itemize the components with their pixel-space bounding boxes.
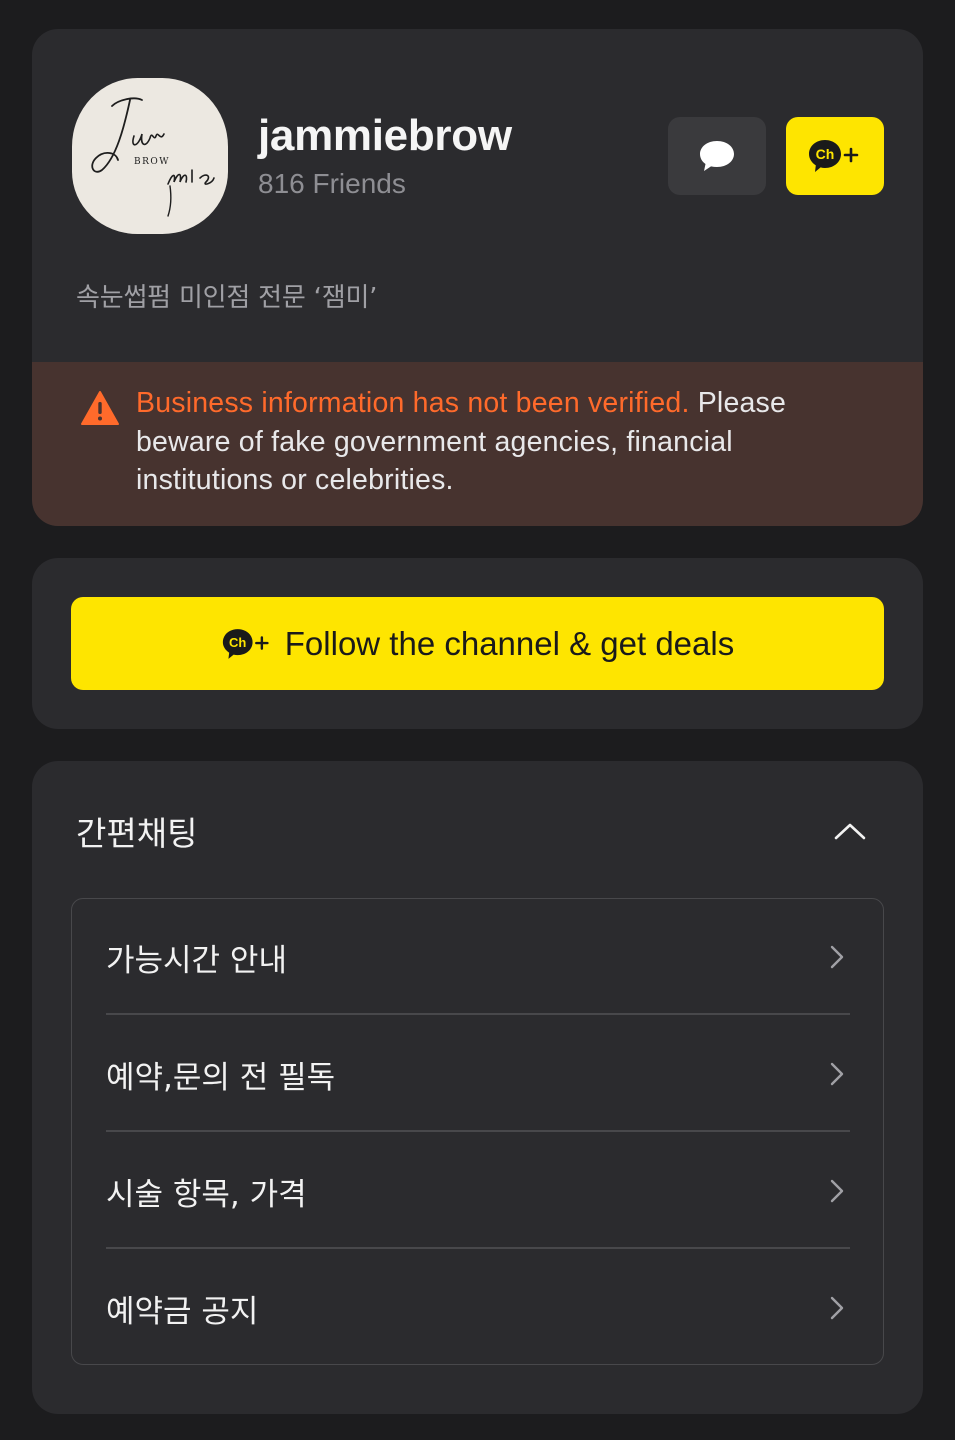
list-item-label: 예약,문의 전 필독 (106, 1060, 336, 1096)
chevron-right-icon (830, 945, 844, 969)
divider (106, 1130, 850, 1132)
collapse-button[interactable] (828, 811, 872, 851)
chevron-up-icon (834, 823, 866, 840)
channel-logo: BROW (72, 78, 228, 234)
warning-message: Business information has not been verifi… (136, 384, 876, 500)
chat-button[interactable] (668, 117, 766, 195)
quick-chat-item-deposit[interactable]: 예약금 공지 (106, 1250, 850, 1366)
verification-warning: Business information has not been verifi… (32, 362, 923, 526)
quick-chat-item-prices[interactable]: 시술 항목, 가격 (106, 1133, 850, 1249)
svg-text:Ch: Ch (229, 634, 246, 649)
warning-triangle-icon (81, 391, 119, 425)
follow-card: Ch Follow the channel & get deals (32, 558, 923, 729)
channel-add-icon: Ch (809, 140, 859, 172)
quick-chat-menu: 가능시간 안내 예약,문의 전 필독 시술 항목, 가격 예약금 공지 (71, 898, 884, 1365)
add-channel-button[interactable]: Ch (786, 117, 884, 195)
quick-chat-card: 간편채팅 가능시간 안내 예약,문의 전 필독 시술 항목, 가격 예약금 공지 (32, 761, 923, 1414)
chevron-right-icon (830, 1062, 844, 1086)
channel-add-icon: Ch (222, 628, 269, 659)
profile-card: BROW jammiebrow 816 Friends Ch 속눈썹펌 미인점 … (32, 29, 923, 526)
warning-highlight: Business information has not been verifi… (136, 387, 690, 419)
chevron-right-icon (830, 1296, 844, 1320)
follow-button-label: Follow the channel & get deals (284, 624, 735, 662)
quick-chat-title: 간편채팅 (76, 814, 198, 853)
friends-count: 816 Friends (258, 168, 406, 199)
list-item-label: 예약금 공지 (106, 1294, 259, 1330)
svg-text:Ch: Ch (816, 146, 835, 162)
channel-name: jammiebrow (258, 111, 512, 160)
follow-channel-button[interactable]: Ch Follow the channel & get deals (71, 597, 884, 690)
channel-description: 속눈썹펌 미인점 전문 ‘잼미’ (76, 283, 378, 313)
quick-chat-item-hours[interactable]: 가능시간 안내 (106, 899, 850, 1015)
divider (106, 1013, 850, 1015)
list-item-label: 시술 항목, 가격 (106, 1177, 307, 1213)
speech-bubble-icon (700, 141, 734, 171)
chevron-right-icon (830, 1179, 844, 1203)
quick-chat-item-must-read[interactable]: 예약,문의 전 필독 (106, 1016, 850, 1132)
logo-brow-text: BROW (134, 157, 170, 167)
list-item-label: 가능시간 안내 (106, 943, 287, 979)
divider (106, 1247, 850, 1249)
